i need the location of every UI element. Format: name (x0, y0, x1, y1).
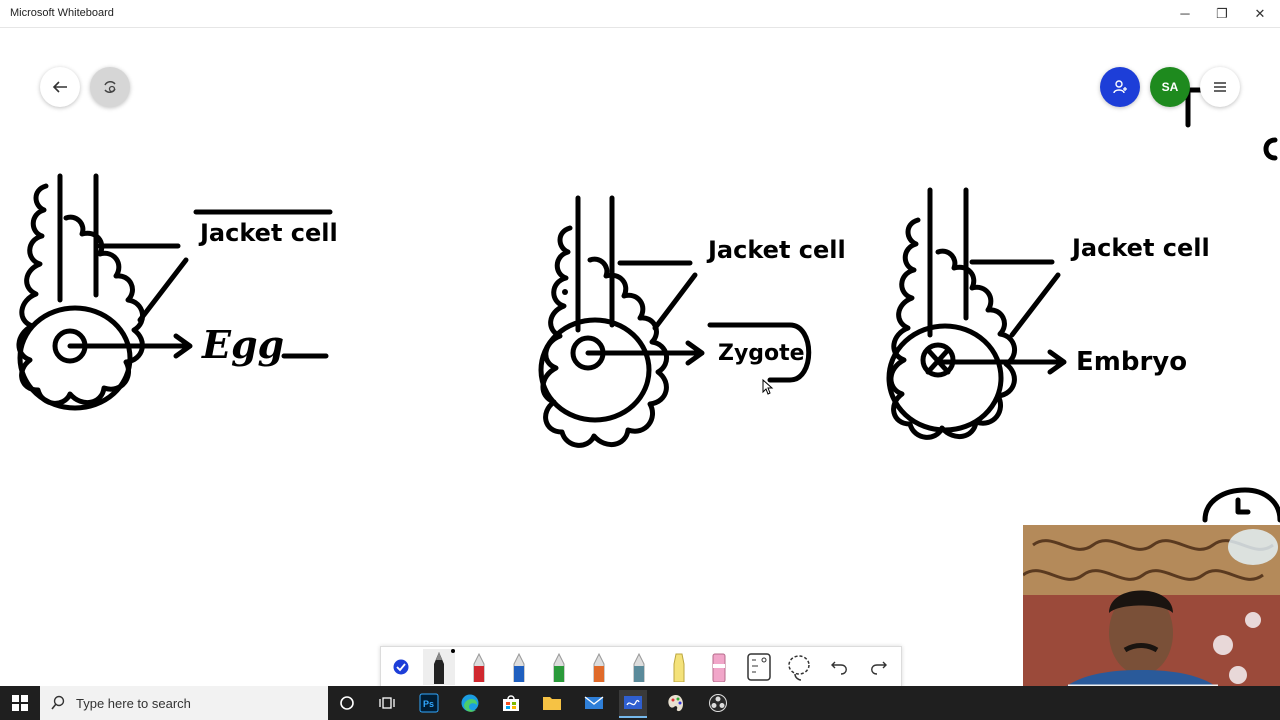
eraser-tool[interactable] (703, 651, 735, 683)
pen-orange-icon (593, 652, 605, 682)
redo-icon (871, 661, 887, 675)
restore-button[interactable]: ❐ (1202, 0, 1242, 27)
pen-red-icon (473, 652, 485, 682)
store-icon (503, 695, 519, 711)
pen-green-icon (553, 652, 565, 682)
ruler-tool[interactable] (743, 651, 775, 683)
mail-app[interactable] (580, 690, 608, 716)
folder-icon (543, 697, 561, 710)
whiteboard-icon (624, 696, 642, 709)
taskbar-search[interactable]: Type here to search (40, 686, 328, 720)
photoshop-icon: Ps (419, 693, 439, 713)
windows-logo-icon (12, 695, 28, 711)
lasso-icon (788, 655, 810, 681)
minimize-button[interactable]: ─ (1165, 0, 1205, 27)
label-embryo: Embryo (1076, 347, 1187, 377)
active-dot (451, 649, 455, 653)
paint3d-app[interactable] (662, 690, 690, 716)
redo-button[interactable] (863, 651, 895, 683)
check-circle-icon (393, 659, 409, 675)
task-view-icon (379, 697, 395, 709)
mail-icon (584, 696, 604, 709)
black-pen-tool[interactable] (423, 649, 455, 685)
label-jacket-cell-1: Jacket cell (198, 219, 338, 247)
ink-toolbar (380, 646, 902, 688)
undo-icon (831, 661, 847, 675)
edge-app[interactable] (456, 690, 484, 716)
svg-text:Ps: Ps (423, 699, 434, 709)
cortana-button[interactable] (333, 690, 361, 716)
start-button[interactable] (0, 686, 40, 720)
edge-ink-c (1263, 137, 1278, 161)
edge-ink-bottom (1202, 487, 1280, 523)
archegonium-1 (16, 173, 333, 411)
user-avatar[interactable]: SA (1150, 67, 1190, 107)
pen-blue-icon (513, 652, 525, 682)
highlighter-tool[interactable] (663, 651, 695, 683)
label-jacket-cell-2: Jacket cell (706, 236, 846, 264)
obs-icon (709, 694, 727, 712)
search-icon (51, 695, 65, 710)
sync-button[interactable] (90, 67, 130, 107)
obs-app[interactable] (704, 690, 732, 716)
arrow-left-icon (52, 81, 67, 93)
search-placeholder: Type here to search (76, 695, 191, 711)
label-jacket-cell-3: Jacket cell (1070, 234, 1210, 262)
windows-taskbar: Type here to search Ps (0, 686, 1280, 720)
whiteboard-app[interactable] (619, 690, 647, 718)
add-person-icon (1113, 80, 1127, 94)
undo-button[interactable] (823, 651, 855, 683)
label-zygote: Zygote (718, 341, 805, 366)
hamburger-icon (1214, 82, 1226, 92)
sync-icon (104, 81, 116, 93)
select-tool[interactable] (385, 651, 417, 683)
back-button[interactable] (40, 67, 80, 107)
cortana-icon (340, 696, 354, 710)
pen-teal-icon (633, 652, 645, 682)
green-pen-tool[interactable] (543, 651, 575, 683)
orange-pen-tool[interactable] (583, 651, 615, 683)
close-button[interactable]: ✕ (1240, 0, 1280, 27)
highlighter-icon (673, 653, 685, 682)
invite-button[interactable] (1100, 67, 1140, 107)
eraser-icon (712, 653, 726, 682)
label-egg: Egg (201, 322, 284, 367)
teal-pen-tool[interactable] (623, 651, 655, 683)
file-explorer-app[interactable] (538, 690, 566, 716)
window-title: Microsoft Whiteboard (10, 7, 114, 19)
store-app[interactable] (497, 690, 525, 716)
blue-pen-tool[interactable] (503, 651, 535, 683)
title-bar: Microsoft Whiteboard ─ ❐ ✕ (0, 0, 1280, 28)
paint-palette-icon (668, 695, 684, 712)
ruler-icon (747, 653, 771, 681)
edge-icon (461, 694, 479, 712)
archegonium-3 (886, 187, 1067, 440)
menu-button[interactable] (1200, 67, 1240, 107)
task-view-button[interactable] (373, 690, 401, 716)
lasso-tool[interactable] (783, 651, 815, 683)
pen-black-icon (434, 652, 444, 684)
red-pen-tool[interactable] (463, 651, 495, 683)
photoshop-app[interactable]: Ps (415, 690, 443, 716)
